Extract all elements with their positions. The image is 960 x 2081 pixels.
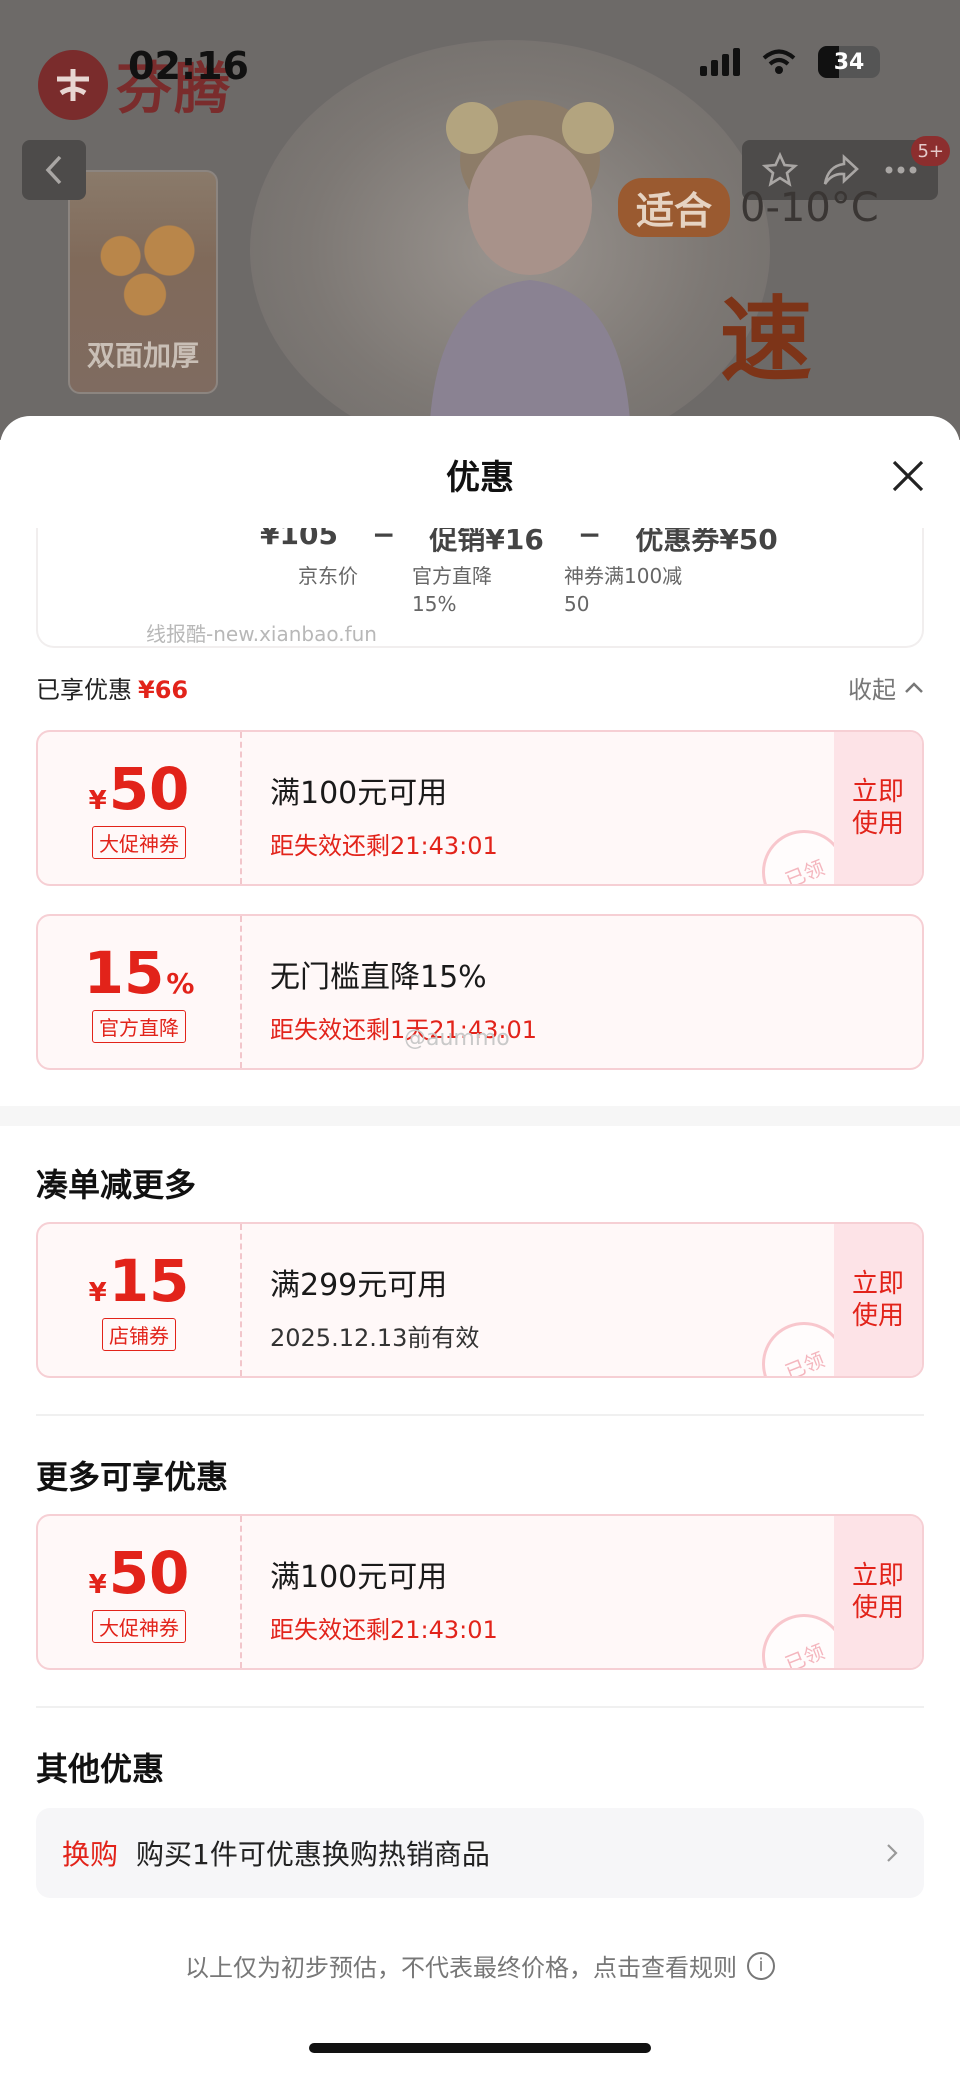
coupon-condition: 无门槛直降15% bbox=[270, 960, 487, 995]
section-separator bbox=[0, 1106, 960, 1126]
use-now-button[interactable]: 立即 使用 bbox=[834, 732, 922, 884]
coupon-value-area: ¥50 大促神券 bbox=[38, 1516, 242, 1668]
section-title-more-available: 更多可享优惠 bbox=[36, 1458, 229, 1496]
model-photo bbox=[430, 100, 630, 420]
product-page-background: 芬腾 02:16 34 双面加厚 5+ 适合 0-10°C 速 bbox=[0, 0, 960, 440]
coupon-expiry: 距失效还剩21:43:01 bbox=[270, 1616, 498, 1644]
notification-badge: 5+ bbox=[911, 136, 950, 166]
formula-term: ¥105 bbox=[260, 528, 338, 551]
coupon-tag: 店铺券 bbox=[102, 1317, 176, 1351]
enjoyed-discount-summary: 已享优惠 ¥66 bbox=[36, 670, 188, 705]
coupon-card: ¥50 大促神券 满100元可用 距失效还剩21:43:01 已领 立即 使用 bbox=[36, 1514, 924, 1670]
coupon-expiry: 2025.12.13前有效 bbox=[270, 1324, 480, 1352]
coupon-info: 满100元可用 距失效还剩21:43:01 bbox=[270, 768, 498, 861]
coupon-value-area: ¥15 店铺券 bbox=[38, 1224, 242, 1376]
close-icon[interactable] bbox=[890, 458, 926, 494]
battery-icon: 34 bbox=[818, 46, 880, 78]
chevron-right-icon bbox=[887, 1844, 898, 1862]
price-breakdown-card: ¥105 − 促销¥16 − 优惠券¥50 京东价 官方直降 15% 神券满10… bbox=[36, 528, 924, 648]
divider bbox=[36, 1414, 924, 1416]
formula-term: 优惠券¥50 bbox=[635, 528, 778, 556]
product-thumbnail[interactable]: 双面加厚 bbox=[68, 170, 218, 394]
formula-label: 神券满100减 50 bbox=[564, 564, 683, 616]
use-now-button[interactable]: 立即 使用 bbox=[834, 1224, 922, 1376]
status-icons: 34 bbox=[700, 46, 880, 78]
coupon-value: 15% bbox=[83, 938, 195, 1007]
formula-label: 官方直降 15% bbox=[412, 564, 492, 616]
formula-label: 京东价 bbox=[298, 564, 358, 588]
temperature-range: 0-10°C bbox=[740, 184, 879, 231]
status-time: 02:16 bbox=[128, 44, 249, 88]
coupon-value-area: 15% 官方直降 bbox=[38, 916, 242, 1068]
enjoyed-label: 已享优惠 bbox=[36, 676, 132, 704]
collapse-button[interactable]: 收起 bbox=[848, 670, 924, 705]
coupon-expiry: 距失效还剩21:43:01 bbox=[270, 832, 498, 860]
more-icon[interactable] bbox=[884, 165, 918, 175]
sheet-title: 优惠 bbox=[446, 458, 514, 498]
watermark-text: 线报酷-new.xianbao.fun bbox=[146, 622, 377, 646]
coupon-value: ¥15 bbox=[88, 1246, 190, 1315]
info-icon: i bbox=[747, 1951, 775, 1980]
footnote-text: 以上仅为初步预估，不代表最终价格，点击查看规则 bbox=[185, 1954, 737, 1982]
coupon-value: ¥50 bbox=[88, 754, 190, 823]
offer-type: 换购 bbox=[62, 1838, 119, 1871]
collapse-label: 收起 bbox=[848, 676, 896, 704]
temperature-tag: 适合 0-10°C bbox=[618, 178, 879, 237]
coupon-card: ¥50 大促神券 满100元可用 距失效还剩21:43:01 已领 立即 使用 bbox=[36, 730, 924, 886]
promo-headline: 速 bbox=[720, 287, 813, 394]
section-title-other: 其他优惠 bbox=[36, 1750, 165, 1788]
sheet-header: 优惠 bbox=[0, 416, 960, 528]
thumbnail-caption: 双面加厚 bbox=[86, 339, 199, 372]
coupon-card: ¥15 店铺券 满299元可用 2025.12.13前有效 已领 立即 使用 bbox=[36, 1222, 924, 1378]
enjoyed-discount-row: 已享优惠 ¥66 收起 bbox=[36, 670, 924, 705]
formula-operator: − bbox=[371, 528, 396, 551]
weibo-watermark: @aummo bbox=[404, 1026, 510, 1051]
chevron-left-icon bbox=[45, 155, 62, 185]
section-title-more-savings: 凑单减更多 bbox=[36, 1166, 197, 1204]
back-button[interactable] bbox=[22, 140, 86, 200]
chevron-up-icon bbox=[905, 681, 923, 693]
use-now-button[interactable]: 立即 使用 bbox=[834, 1516, 922, 1668]
coupon-tag: 官方直降 bbox=[92, 1009, 186, 1043]
enjoyed-amount: ¥66 bbox=[138, 676, 189, 704]
brand-logo-mark bbox=[38, 49, 108, 120]
rules-footnote[interactable]: 以上仅为初步预估，不代表最终价格，点击查看规则 i bbox=[0, 1948, 960, 1983]
coupon-tag: 大促神券 bbox=[92, 825, 186, 859]
coupon-condition: 满299元可用 bbox=[270, 1268, 448, 1303]
coupon-value: ¥50 bbox=[88, 1538, 190, 1607]
suit-label: 适合 bbox=[618, 178, 731, 237]
cellular-signal-icon bbox=[700, 48, 740, 76]
discount-sheet: 优惠 ¥105 − 促销¥16 − 优惠券¥50 京东价 官方直降 15% 神券… bbox=[0, 416, 960, 2081]
trade-in-offer-row[interactable]: 换购 购买1件可优惠换购热销商品 bbox=[36, 1808, 924, 1898]
home-indicator[interactable] bbox=[309, 2043, 651, 2053]
coupon-condition: 满100元可用 bbox=[270, 1560, 448, 1595]
coupon-info: 满100元可用 距失效还剩21:43:01 bbox=[270, 1552, 498, 1645]
coupon-tag: 大促神券 bbox=[92, 1609, 186, 1643]
coupon-info: 满299元可用 2025.12.13前有效 bbox=[270, 1260, 479, 1353]
formula-operator: − bbox=[577, 528, 602, 551]
coupon-condition: 满100元可用 bbox=[270, 776, 448, 811]
wifi-icon bbox=[762, 49, 796, 74]
price-formula: ¥105 − 促销¥16 − 优惠券¥50 bbox=[260, 528, 778, 558]
divider bbox=[36, 1706, 924, 1708]
formula-term: 促销¥16 bbox=[429, 528, 544, 556]
offer-description: 购买1件可优惠换购热销商品 bbox=[136, 1838, 490, 1871]
coupon-value-area: ¥50 大促神券 bbox=[38, 732, 242, 884]
